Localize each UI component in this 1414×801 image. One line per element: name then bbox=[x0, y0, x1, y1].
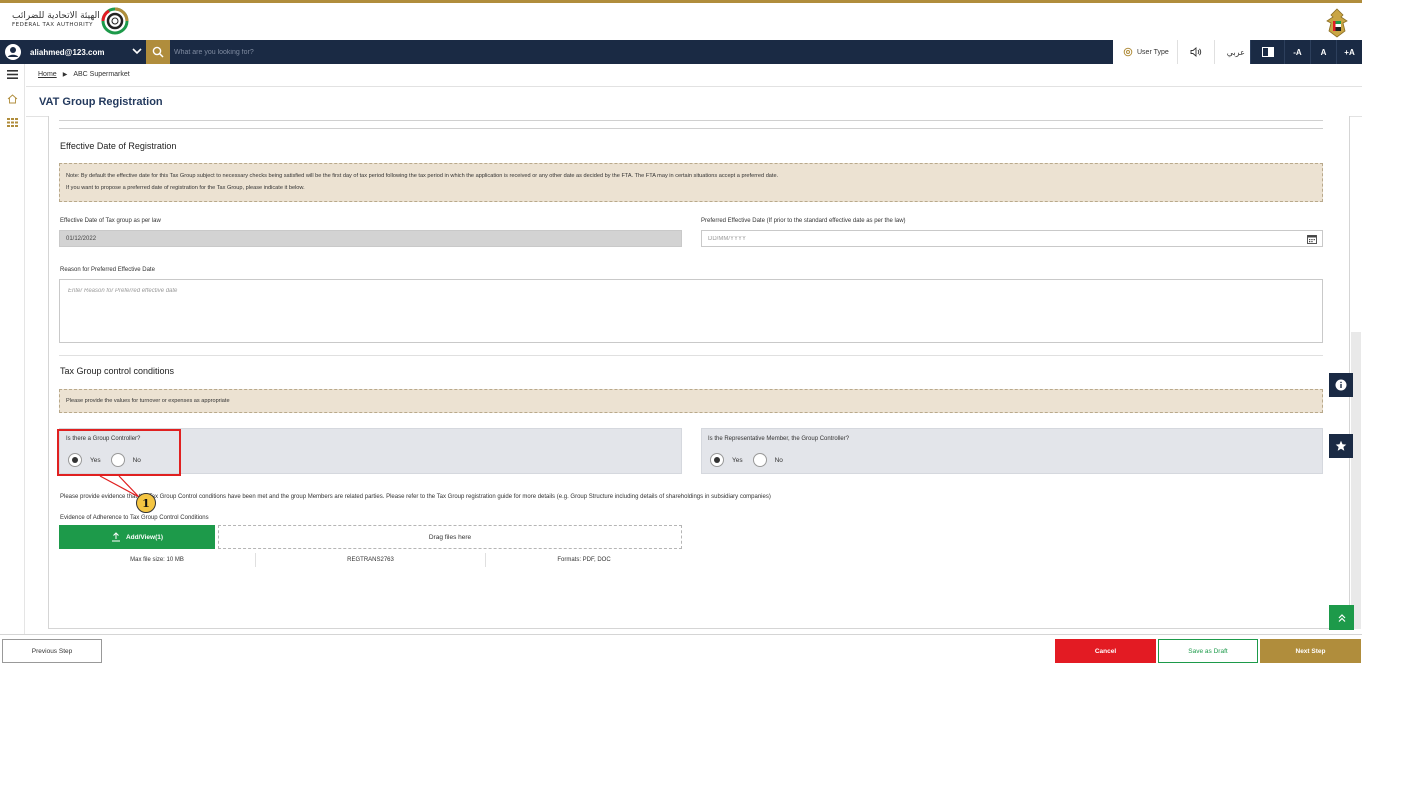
search-button[interactable] bbox=[146, 40, 170, 64]
no-label: No bbox=[774, 456, 783, 464]
representative-controller-options: Yes No bbox=[710, 453, 793, 467]
scroll-to-top-button[interactable] bbox=[1329, 605, 1354, 630]
preferred-date-input[interactable] bbox=[708, 235, 1322, 242]
fta-logo-icon bbox=[101, 7, 129, 35]
user-type-button[interactable]: User Type bbox=[1123, 47, 1169, 57]
page-title: VAT Group Registration bbox=[39, 96, 163, 108]
file-drop-zone[interactable]: Drag files here bbox=[218, 525, 682, 549]
preferred-date-label: Preferred Effective Date (If prior to th… bbox=[701, 218, 906, 224]
divider bbox=[1176, 40, 1178, 64]
divider bbox=[1213, 40, 1215, 64]
language-toggle[interactable]: عربي bbox=[1227, 48, 1245, 57]
speaker-icon bbox=[1190, 47, 1201, 57]
home-icon[interactable] bbox=[7, 94, 18, 104]
divider bbox=[26, 86, 1362, 87]
cancel-button[interactable]: Cancel bbox=[1055, 639, 1156, 663]
search-input[interactable] bbox=[174, 42, 774, 62]
representative-controller-no-radio[interactable] bbox=[752, 453, 767, 467]
utility-strip: User Type عربي bbox=[1113, 40, 1250, 64]
user-menu[interactable]: aliahmed@123.com bbox=[0, 40, 146, 64]
control-note: Please provide the values for turnover o… bbox=[59, 389, 1323, 413]
breadcrumb: Home ▶ ABC Supermarket bbox=[38, 71, 130, 78]
text-to-speech-button[interactable] bbox=[1190, 47, 1202, 57]
contrast-button[interactable] bbox=[1250, 40, 1284, 64]
logo-bar: الهيئة الاتحادية للضرائب FEDERAL TAX AUT… bbox=[0, 3, 1362, 40]
info-button[interactable] bbox=[1329, 373, 1353, 397]
info-icon bbox=[1335, 379, 1347, 391]
hamburger-menu-icon[interactable] bbox=[7, 70, 18, 79]
upload-icon bbox=[111, 532, 120, 542]
reason-label: Reason for Preferred Effective Date bbox=[60, 267, 155, 273]
control-section-title: Tax Group control conditions bbox=[60, 366, 175, 376]
contrast-icon bbox=[1261, 47, 1274, 57]
effective-date-section-title: Effective Date of Registration bbox=[60, 141, 177, 151]
note-line: Note: By default the effective date for … bbox=[66, 173, 779, 179]
divider bbox=[0, 634, 1362, 635]
logo-english-text: FEDERAL TAX AUTHORITY bbox=[12, 22, 94, 28]
add-view-button[interactable]: Add/View(1) bbox=[59, 525, 215, 549]
uae-emblem-icon bbox=[1326, 8, 1348, 38]
font-decrease-button[interactable]: -A bbox=[1284, 40, 1310, 64]
favorite-button[interactable] bbox=[1329, 434, 1353, 458]
allowed-formats: Formats: PDF, DOC bbox=[557, 557, 611, 563]
double-chevron-up-icon bbox=[1338, 613, 1345, 622]
star-icon bbox=[1335, 440, 1347, 451]
next-step-button[interactable]: Next Step bbox=[1260, 639, 1361, 663]
gear-icon bbox=[1123, 47, 1133, 57]
accessibility-tools: -A A +A bbox=[1250, 40, 1362, 64]
chevron-down-icon[interactable] bbox=[132, 46, 142, 56]
breadcrumb-separator-icon: ▶ bbox=[62, 72, 68, 78]
representative-controller-label: Is the Representative Member, the Group … bbox=[708, 436, 850, 442]
previous-step-button[interactable]: Previous Step bbox=[2, 639, 102, 663]
top-navbar: aliahmed@123.com User Type bbox=[0, 40, 1362, 64]
preferred-date-field[interactable] bbox=[701, 230, 1323, 247]
font-normal-button[interactable]: A bbox=[1310, 40, 1336, 64]
reference-number: REGTRANS2763 bbox=[347, 557, 394, 563]
calendar-icon[interactable] bbox=[1307, 234, 1317, 244]
yes-label: Yes bbox=[732, 456, 743, 464]
effective-date-note: Note: By default the effective date for … bbox=[59, 163, 1323, 202]
reason-textarea[interactable] bbox=[68, 288, 1314, 334]
note-line: If you want to propose a preferred date … bbox=[66, 185, 305, 191]
representative-controller-question: Is the Representative Member, the Group … bbox=[701, 428, 1323, 474]
logo-arabic-text: الهيئة الاتحادية للضرائب bbox=[12, 11, 100, 21]
law-date-label: Effective Date of Tax group as per law bbox=[60, 218, 161, 224]
divider bbox=[59, 355, 1323, 356]
user-email: aliahmed@123.com bbox=[30, 47, 105, 57]
save-draft-button[interactable]: Save as Draft bbox=[1158, 639, 1258, 663]
breadcrumb-home-link[interactable]: Home bbox=[38, 71, 57, 78]
search-icon bbox=[152, 46, 164, 58]
breadcrumb-current: ABC Supermarket bbox=[73, 71, 130, 78]
evidence-instructions: Please provide evidence that the Tax Gro… bbox=[60, 494, 771, 500]
max-file-size: Max file size: 10 MB bbox=[130, 557, 184, 563]
apps-grid-icon[interactable] bbox=[7, 118, 18, 127]
law-date-field: 01/12/2022 bbox=[59, 230, 682, 247]
divider bbox=[59, 120, 1323, 121]
evidence-upload-label: Evidence of Adherence to Tax Group Contr… bbox=[60, 515, 209, 521]
user-avatar-icon bbox=[5, 44, 21, 60]
divider bbox=[59, 128, 1323, 129]
user-type-label: User Type bbox=[1137, 48, 1169, 56]
representative-controller-yes-radio[interactable] bbox=[710, 453, 724, 467]
annotation-highlight-box bbox=[57, 429, 181, 476]
font-increase-button[interactable]: +A bbox=[1336, 40, 1362, 64]
add-view-label: Add/View(1) bbox=[125, 533, 164, 541]
annotation-step-badge: 1 bbox=[136, 493, 156, 513]
reason-textarea-wrapper bbox=[59, 279, 1323, 343]
upload-meta-row: Max file size: 10 MB REGTRANS2763 Format… bbox=[59, 553, 682, 567]
left-sidebar bbox=[0, 64, 25, 634]
